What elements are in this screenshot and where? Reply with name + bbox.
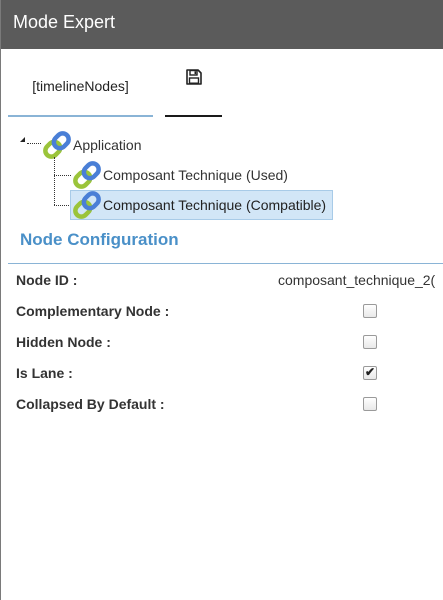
chain-link-icon: [71, 160, 103, 190]
is-lane-row: Is Lane : ✔: [1, 358, 443, 388]
node-id-row: Node ID : composant_technique_2(: [1, 265, 443, 295]
tree-node-composant-compatible[interactable]: Composant Technique (Compatible): [70, 190, 334, 220]
hidden-node-checkbox[interactable]: [363, 335, 377, 349]
tree-node-label: Application: [73, 137, 142, 153]
field-label: Hidden Node :: [16, 334, 111, 350]
floppy-disk-icon: [185, 68, 203, 86]
tree-node-label: Composant Technique (Used): [103, 167, 288, 183]
collapsed-by-default-row: Collapsed By Default :: [1, 389, 443, 419]
checkmark-icon: ✔: [365, 365, 376, 379]
field-label: Collapsed By Default :: [16, 396, 165, 412]
mode-expert-panel: Mode Expert [timelineNodes] Application …: [0, 0, 443, 600]
tree-node-application[interactable]: Application: [41, 130, 142, 160]
section-title: Node Configuration: [20, 230, 179, 249]
node-id-value: composant_technique_2(: [278, 272, 436, 288]
field-label: Is Lane :: [16, 365, 73, 381]
tree-node-composant-used[interactable]: Composant Technique (Used): [71, 160, 292, 190]
tree-connector: [54, 205, 71, 206]
field-label: Complementary Node :: [16, 303, 170, 319]
chain-link-icon: [71, 190, 103, 220]
tab-bar: [timelineNodes]: [1, 49, 443, 119]
is-lane-checkbox[interactable]: ✔: [363, 365, 377, 380]
tree-connector: [54, 175, 71, 176]
tree-connector: [54, 157, 55, 205]
tab-timeline-nodes[interactable]: [timelineNodes]: [8, 49, 153, 117]
complementary-node-checkbox[interactable]: [363, 304, 377, 318]
tree-expand-toggle-icon[interactable]: [20, 137, 25, 142]
section-divider: [8, 263, 443, 264]
complementary-node-row: Complementary Node :: [1, 296, 443, 326]
chain-link-icon: [41, 130, 73, 160]
hidden-node-row: Hidden Node :: [1, 327, 443, 357]
tree-connector: [27, 143, 41, 144]
collapsed-by-default-checkbox[interactable]: [363, 397, 377, 411]
window-title: Mode Expert: [1, 0, 443, 49]
node-tree: Application Composant Technique (Used) C…: [1, 119, 443, 224]
field-label: Node ID :: [16, 272, 78, 288]
tree-node-label: Composant Technique (Compatible): [103, 197, 327, 213]
tab-save[interactable]: [165, 49, 222, 117]
